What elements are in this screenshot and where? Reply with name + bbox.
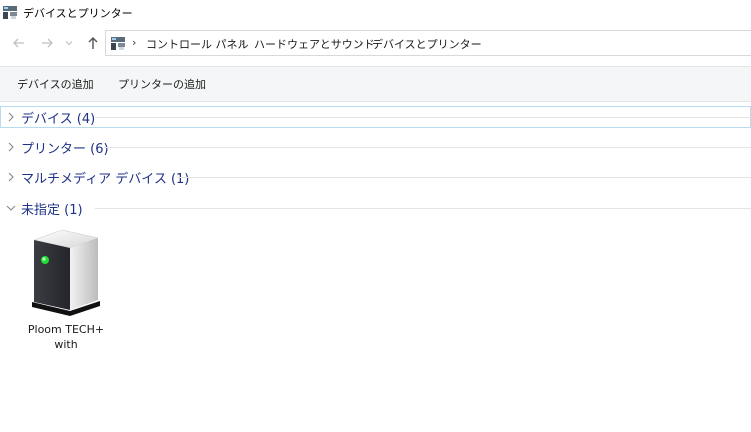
forward-button[interactable] bbox=[38, 34, 56, 52]
add-device-button[interactable]: デバイスの追加 bbox=[17, 76, 94, 92]
breadcrumb-hardware-sound[interactable]: ハードウェアとサウンド bbox=[254, 36, 375, 52]
generic-device-icon bbox=[32, 229, 100, 316]
breadcrumb-devices-printers[interactable]: デバイスとプリンター bbox=[372, 36, 482, 52]
group-divider bbox=[104, 147, 751, 148]
group-divider bbox=[96, 117, 751, 118]
chevron-down-icon bbox=[65, 41, 73, 46]
group-header-multimedia[interactable]: マルチメディア デバイス (1) bbox=[0, 166, 751, 188]
arrow-left-icon bbox=[13, 38, 24, 48]
chevron-right-icon bbox=[8, 142, 14, 152]
group-label: プリンター (6) bbox=[21, 142, 109, 157]
group-label: 未指定 (1) bbox=[21, 203, 83, 218]
chevron-right-icon bbox=[8, 172, 14, 182]
arrow-up-icon bbox=[88, 37, 98, 49]
chevron-down-icon bbox=[6, 205, 16, 211]
address-bar[interactable]: › コントロール パネル › ハードウェアとサウンド › デバイスとプリンター bbox=[105, 30, 751, 56]
group-header-unspecified[interactable]: 未指定 (1) bbox=[0, 197, 751, 219]
device-tile[interactable]: Ploom TECH+ with bbox=[25, 226, 107, 356]
window-title: デバイスとプリンター bbox=[23, 7, 133, 20]
add-printer-button[interactable]: プリンターの追加 bbox=[118, 76, 206, 92]
devices-printers-icon bbox=[111, 37, 125, 50]
breadcrumb-separator: › bbox=[359, 36, 364, 49]
group-divider bbox=[95, 208, 751, 209]
back-button[interactable] bbox=[10, 34, 28, 52]
breadcrumb-control-panel[interactable]: コントロール パネル bbox=[146, 36, 249, 52]
devices-printers-icon bbox=[3, 6, 17, 19]
group-label: デバイス (4) bbox=[21, 112, 96, 127]
device-name-line-1: Ploom TECH+ bbox=[27, 323, 105, 336]
title-bar: デバイスとプリンター bbox=[0, 0, 751, 24]
group-divider bbox=[178, 177, 751, 178]
up-button[interactable] bbox=[84, 34, 102, 52]
chevron-right-icon bbox=[8, 112, 14, 122]
command-bar: デバイスの追加 プリンターの追加 bbox=[0, 66, 751, 102]
recent-locations-button[interactable] bbox=[63, 34, 75, 52]
device-name: Ploom TECH+ with bbox=[25, 322, 107, 352]
breadcrumb-separator: › bbox=[241, 36, 246, 49]
group-header-printers[interactable]: プリンター (6) bbox=[0, 136, 751, 158]
group-header-devices[interactable]: デバイス (4) bbox=[0, 106, 751, 128]
group-label: マルチメディア デバイス (1) bbox=[21, 172, 190, 187]
arrow-right-icon bbox=[42, 38, 53, 48]
device-name-line-2: with bbox=[54, 338, 78, 351]
breadcrumb-separator: › bbox=[132, 36, 137, 49]
